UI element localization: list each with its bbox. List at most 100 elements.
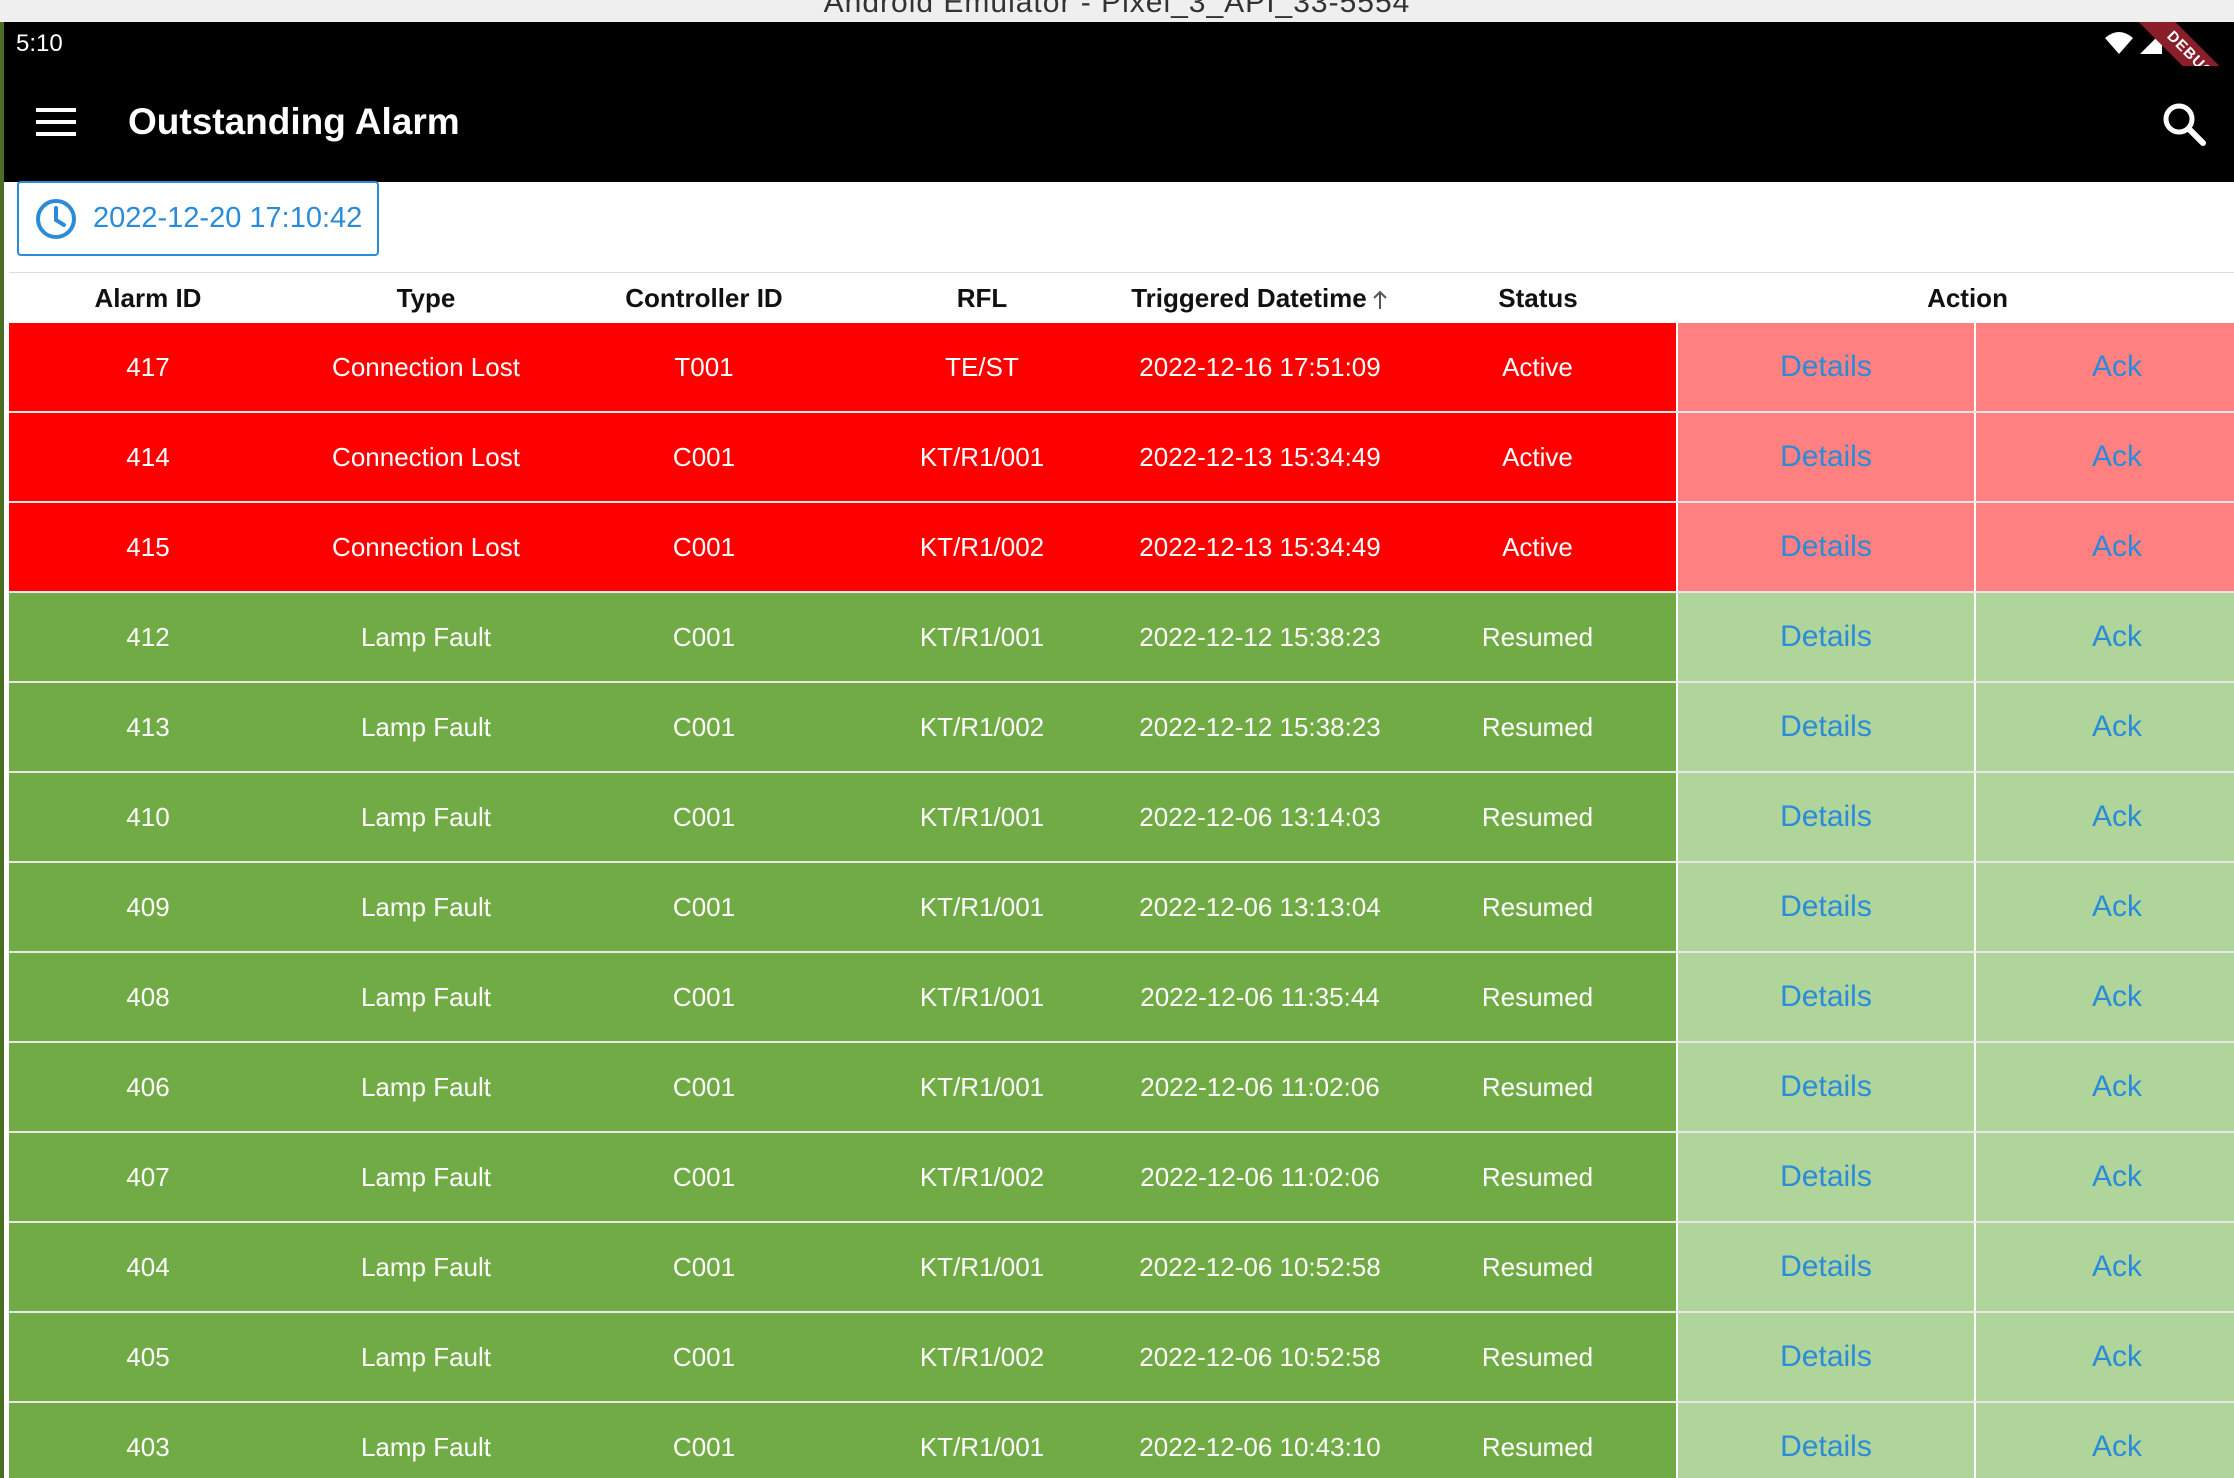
table-row: 413 Lamp Fault C001 KT/R1/002 2022-12-12 15:… (9, 682, 2234, 773)
details-button[interactable]: Details (1780, 440, 1872, 473)
details-button[interactable]: Details (1780, 1430, 1872, 1463)
search-button[interactable] (2148, 88, 2220, 160)
cell-alarm-id: 405 (9, 1312, 287, 1403)
cell-triggered-datetime: 2022-12-12 15:38:23 (1121, 682, 1399, 773)
ack-button[interactable]: Ack (2092, 800, 2142, 833)
table-body: 417 Connection Lost T001 TE/ST 2022-12-16 17… (9, 323, 2234, 1478)
cell-triggered-datetime: 2022-12-06 11:02:06 (1121, 1132, 1399, 1223)
details-button[interactable]: Details (1780, 800, 1872, 833)
details-cell: Details (1676, 772, 1975, 863)
ack-button[interactable]: Ack (2092, 890, 2142, 923)
cell-alarm-id: 409 (9, 862, 287, 953)
header-rfl[interactable]: RFL (843, 272, 1121, 323)
datetime-value: 2022-12-20 17:10:42 (93, 202, 363, 234)
cell-rfl: KT/R1/001 (843, 412, 1121, 503)
cell-status: Resumed (1399, 952, 1677, 1043)
ack-cell: Ack (1973, 412, 2234, 503)
details-cell: Details (1676, 323, 1975, 413)
cell-status: Active (1399, 412, 1677, 503)
device-screen: 5:10 DEBUG Outstanding Alarm 2022-12-20 … (0, 22, 2234, 1478)
ack-button[interactable]: Ack (2092, 710, 2142, 743)
details-button[interactable]: Details (1780, 980, 1872, 1013)
ack-button[interactable]: Ack (2092, 1160, 2142, 1193)
details-button[interactable]: Details (1780, 620, 1872, 653)
status-bar: 5:10 DEBUG (4, 22, 2234, 128)
cell-triggered-datetime: 2022-12-13 15:34:49 (1121, 502, 1399, 593)
ack-button[interactable]: Ack (2092, 980, 2142, 1013)
emulator-title-bar: Android Emulator - Pixel_3_API_33-5554 (0, 0, 2234, 22)
header-controller-id[interactable]: Controller ID (565, 272, 843, 323)
cell-type: Lamp Fault (287, 1222, 565, 1313)
cell-triggered-datetime: 2022-12-06 13:13:04 (1121, 862, 1399, 953)
cell-type: Lamp Fault (287, 592, 565, 683)
cell-type: Lamp Fault (287, 1402, 565, 1478)
cell-triggered-datetime: 2022-12-06 10:52:58 (1121, 1312, 1399, 1403)
cell-status: Resumed (1399, 592, 1677, 683)
header-type[interactable]: Type (287, 272, 565, 323)
details-cell: Details (1676, 682, 1975, 773)
menu-button[interactable] (20, 86, 92, 158)
cell-rfl: KT/R1/001 (843, 1402, 1121, 1478)
page-title: Outstanding Alarm (128, 101, 460, 142)
cell-alarm-id: 408 (9, 952, 287, 1043)
cell-triggered-datetime: 2022-12-06 10:43:10 (1121, 1402, 1399, 1478)
ack-button[interactable]: Ack (2092, 1250, 2142, 1283)
cell-triggered-datetime: 2022-12-06 13:14:03 (1121, 772, 1399, 863)
cell-status: Resumed (1399, 1222, 1677, 1313)
cell-controller-id: T001 (565, 323, 843, 413)
ack-button[interactable]: Ack (2092, 1070, 2142, 1103)
details-button[interactable]: Details (1780, 1160, 1872, 1193)
cell-rfl: KT/R1/001 (843, 772, 1121, 863)
cell-rfl: TE/ST (843, 323, 1121, 413)
cell-alarm-id: 415 (9, 502, 287, 593)
table-row: 415 Connection Lost C001 KT/R1/002 2022-12-1… (9, 502, 2234, 593)
details-cell: Details (1676, 862, 1975, 953)
table-row: 407 Lamp Fault C001 KT/R1/002 2022-12-06 11:… (9, 1132, 2234, 1223)
header-status[interactable]: Status (1399, 272, 1677, 323)
cell-status: Active (1399, 323, 1677, 413)
header-triggered-datetime[interactable]: Triggered Datetime (1121, 272, 1399, 323)
ack-cell: Ack (1973, 1042, 2234, 1133)
details-button[interactable]: Details (1780, 350, 1872, 383)
cell-triggered-datetime: 2022-12-06 10:52:58 (1121, 1222, 1399, 1313)
details-button[interactable]: Details (1780, 530, 1872, 563)
cell-type: Lamp Fault (287, 952, 565, 1043)
details-cell: Details (1676, 1132, 1975, 1223)
details-cell: Details (1676, 502, 1975, 593)
cell-status: Resumed (1399, 1402, 1677, 1478)
table-row: 410 Lamp Fault C001 KT/R1/001 2022-12-06 13:… (9, 772, 2234, 863)
ack-button[interactable]: Ack (2092, 1340, 2142, 1373)
details-button[interactable]: Details (1780, 710, 1872, 743)
cell-controller-id: C001 (565, 1312, 843, 1403)
cell-rfl: KT/R1/002 (843, 1312, 1121, 1403)
cell-triggered-datetime: 2022-12-12 15:38:23 (1121, 592, 1399, 683)
details-cell: Details (1676, 1312, 1975, 1403)
ack-button[interactable]: Ack (2092, 440, 2142, 473)
details-button[interactable]: Details (1780, 1070, 1872, 1103)
arrow-up-icon (1373, 290, 1387, 309)
cell-type: Connection Lost (287, 412, 565, 503)
ack-button[interactable]: Ack (2092, 1430, 2142, 1463)
details-button[interactable]: Details (1780, 1340, 1872, 1373)
ack-cell: Ack (1973, 1312, 2234, 1403)
details-cell: Details (1676, 1042, 1975, 1133)
table-row: 408 Lamp Fault C001 KT/R1/001 2022-12-06 11:… (9, 952, 2234, 1043)
cell-type: Lamp Fault (287, 772, 565, 863)
cell-controller-id: C001 (565, 502, 843, 593)
details-button[interactable]: Details (1780, 890, 1872, 923)
datetime-filter-button[interactable]: 2022-12-20 17:10:42 (17, 181, 379, 256)
clock-icon (36, 198, 76, 239)
cell-alarm-id: 407 (9, 1132, 287, 1223)
cell-type: Lamp Fault (287, 1312, 565, 1403)
cell-controller-id: C001 (565, 1042, 843, 1133)
cell-controller-id: C001 (565, 682, 843, 773)
details-button[interactable]: Details (1780, 1250, 1872, 1283)
ack-cell: Ack (1973, 772, 2234, 863)
ack-button[interactable]: Ack (2092, 620, 2142, 653)
cell-triggered-datetime: 2022-12-06 11:02:06 (1121, 1042, 1399, 1133)
details-cell: Details (1676, 1222, 1975, 1313)
ack-cell: Ack (1973, 502, 2234, 593)
ack-button[interactable]: Ack (2092, 350, 2142, 383)
ack-button[interactable]: Ack (2092, 530, 2142, 563)
header-alarm-id[interactable]: Alarm ID (9, 272, 287, 323)
